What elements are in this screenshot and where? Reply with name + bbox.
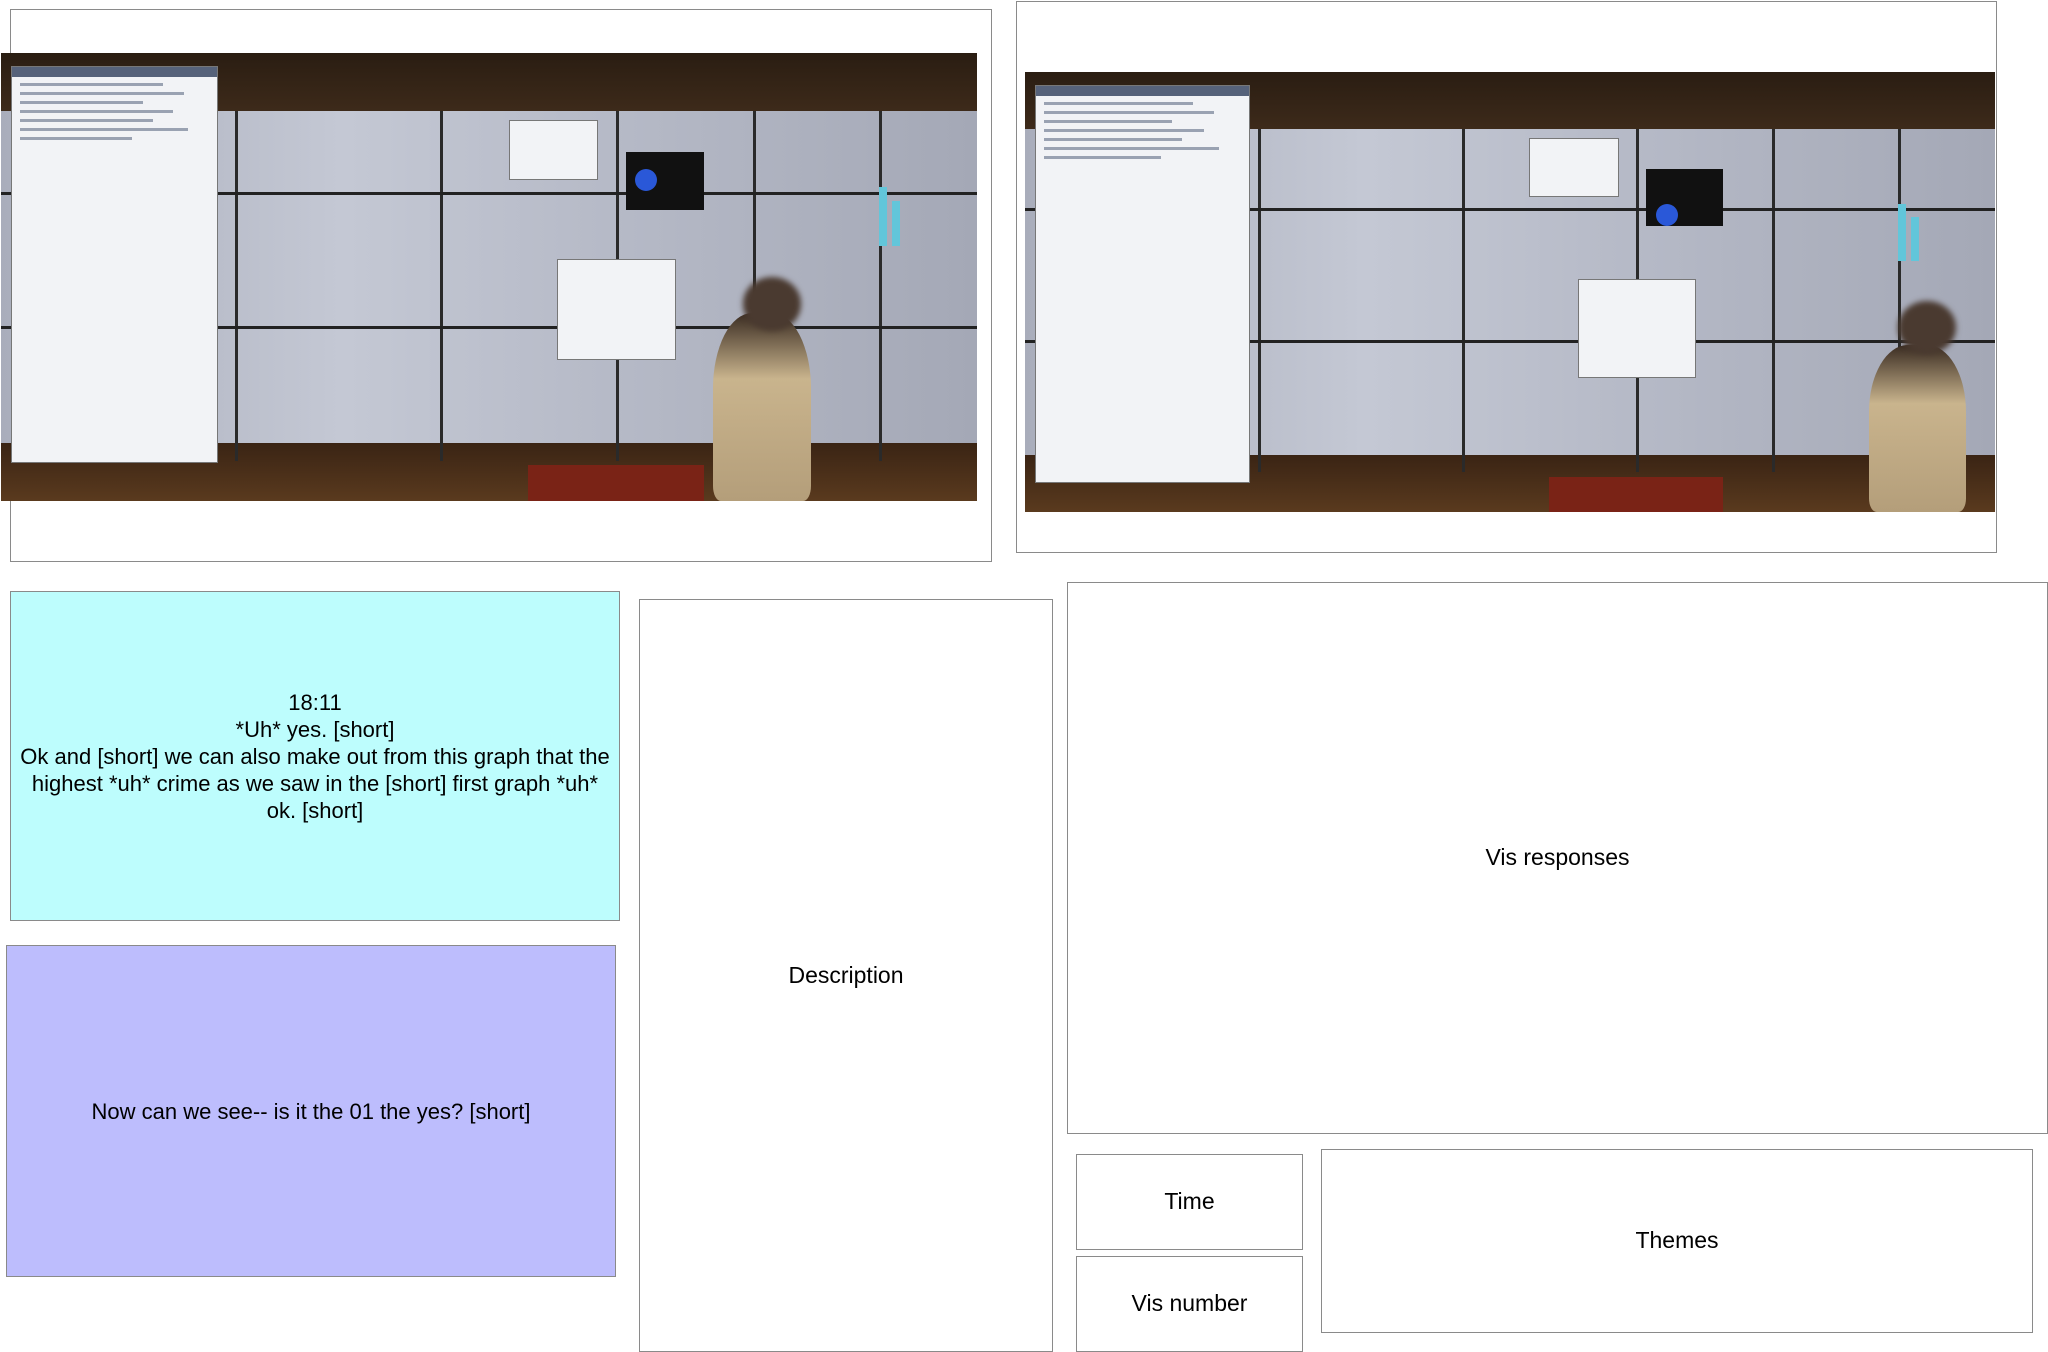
transcript-current-text: 18:11 *Uh* yes. [short] Ok and [short] w…	[15, 689, 615, 824]
description-field[interactable]: Description	[639, 599, 1053, 1352]
transcript-current-line-1: *Uh* yes. [short]	[235, 716, 395, 742]
time-field[interactable]: Time	[1076, 1154, 1303, 1250]
video-still-right	[1025, 72, 1995, 512]
video-frame-right	[1016, 1, 1997, 553]
transcript-current-box: 18:11 *Uh* yes. [short] Ok and [short] w…	[10, 591, 620, 921]
themes-label: Themes	[1635, 1227, 1719, 1254]
transcript-next-box: Now can we see-- is it the 01 the yes? […	[6, 945, 616, 1277]
transcript-current-line-2: Ok and [short] we can also make out from…	[20, 743, 610, 823]
vis-responses-label: Vis responses	[1485, 844, 1630, 871]
video-still-left	[1, 53, 977, 501]
transcript-next-text: Now can we see-- is it the 01 the yes? […	[91, 1098, 531, 1124]
description-label: Description	[788, 961, 904, 988]
time-label: Time	[1164, 1188, 1215, 1215]
vis-responses-field[interactable]: Vis responses	[1067, 582, 2048, 1134]
transcript-current-time: 18:11	[288, 689, 342, 715]
vis-number-field[interactable]: Vis number	[1076, 1256, 1303, 1352]
vis-number-label: Vis number	[1131, 1290, 1248, 1317]
video-frame-left	[1, 9, 992, 562]
themes-field[interactable]: Themes	[1321, 1149, 2033, 1333]
